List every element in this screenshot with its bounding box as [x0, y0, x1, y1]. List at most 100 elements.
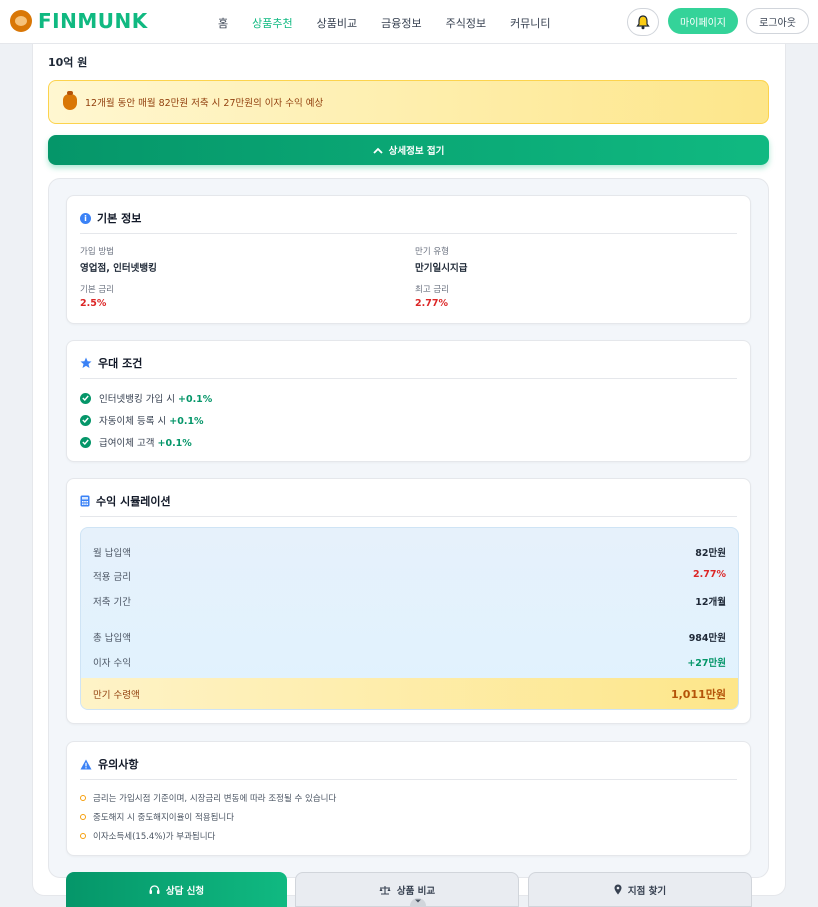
divider: [80, 378, 737, 379]
nav-item-stock-info[interactable]: 주식정보: [446, 15, 486, 31]
notification-bell-button[interactable]: [627, 8, 659, 36]
sim-row-interest: 이자 수익 +27만원: [93, 655, 726, 669]
maturity-type-value: 만기일시지급: [415, 263, 468, 274]
divider: [80, 516, 737, 517]
benefit-text: 급여이체 고객: [99, 438, 155, 449]
check-circle-icon: [80, 414, 91, 426]
basic-info-section: i 기본 정보 가입 방법 영업점, 인터넷뱅킹 만기 유형 만기일시지급 기본…: [66, 195, 751, 324]
sim-value: 2.77%: [693, 569, 726, 580]
calculator-icon: [80, 495, 90, 507]
chevron-up-icon: [372, 147, 383, 154]
caution-item: 중도해지 시 중도해지이율이 적용됩니다: [80, 811, 234, 823]
collapse-details-label: 상세정보 접기: [388, 146, 445, 157]
sim-label: 총 납입액: [93, 633, 131, 644]
benefit-bonus: +0.1%: [178, 394, 213, 405]
compare-button-label: 상품 비교: [396, 885, 436, 897]
basic-info-title: 기본 정보: [97, 212, 142, 225]
nav-item-community[interactable]: 커뮤니티: [510, 15, 550, 31]
benefit-text: 자동이체 등록 시: [99, 416, 167, 427]
star-icon: [80, 357, 92, 368]
benefits-title: 우대 조건: [98, 357, 143, 370]
sim-label: 월 납입액: [93, 548, 131, 559]
caution-text: 중도해지 시 중도해지이율이 적용됩니다: [93, 813, 235, 823]
benefit-item: 인터넷뱅킹 가입 시 +0.1%: [80, 391, 212, 405]
simulation-box: 월 납입액 82만원 적용 금리 2.77% 저축 기간 12개월 총 납입액 …: [80, 527, 739, 710]
max-amount: 10억 원: [48, 56, 88, 69]
cautions-section: 유의사항 금리는 가입시점 기준이며, 시장금리 변동에 따라 조정될 수 있습…: [66, 741, 751, 856]
base-rate-label: 기본 금리: [80, 285, 114, 295]
sim-label: 저축 기간: [93, 597, 131, 608]
find-branch-button-label: 지점 찾기: [627, 885, 667, 897]
cautions-title: 유의사항: [98, 758, 139, 771]
benefit-text: 인터넷뱅킹 가입 시: [99, 394, 175, 405]
map-pin-icon: [614, 884, 622, 895]
join-method-label: 가입 방법: [80, 247, 114, 257]
sim-row-period: 저축 기간 12개월: [93, 594, 726, 608]
sim-value: +27만원: [687, 658, 726, 669]
benefits-header: 우대 조건: [80, 355, 142, 371]
main-nav: 홈 상품추천 상품비교 금융정보 주식정보 커뮤니티: [218, 15, 551, 31]
logout-button[interactable]: 로그아웃: [746, 8, 809, 34]
scale-icon: [379, 885, 391, 895]
scroll-down-button[interactable]: [410, 898, 426, 907]
sim-value: 984만원: [688, 633, 726, 644]
benefit-item: 자동이체 등록 시 +0.1%: [80, 413, 204, 427]
divider: [80, 233, 737, 234]
sim-label: 적용 금리: [93, 572, 131, 583]
warning-triangle-icon: [80, 759, 92, 769]
sim-row-monthly: 월 납입액 82만원: [93, 545, 726, 559]
interest-notice-text: 12개월 동안 매월 82만원 저축 시 27만원의 이자 수익 예상: [85, 98, 324, 109]
benefit-bonus: +0.1%: [157, 438, 192, 449]
nav-item-home[interactable]: 홈: [218, 15, 228, 31]
nav-item-compare[interactable]: 상품비교: [317, 15, 357, 31]
consult-button-label: 상담 신청: [165, 885, 205, 897]
benefit-bonus: +0.1%: [169, 416, 204, 427]
consult-button[interactable]: 상담 신청: [66, 872, 287, 907]
sim-row-rate: 적용 금리 2.77%: [93, 569, 726, 583]
compare-button[interactable]: 상품 비교: [295, 872, 519, 907]
chevron-down-icon: [415, 899, 421, 903]
caution-item: 금리는 가입시점 기준이며, 시장금리 변동에 따라 조정될 수 있습니다: [80, 792, 336, 804]
sim-label: 이자 수익: [93, 658, 131, 669]
nav-item-recommend[interactable]: 상품추천: [252, 15, 292, 31]
cautions-header: 유의사항: [80, 756, 138, 772]
caution-text: 금리는 가입시점 기준이며, 시장금리 변동에 따라 조정될 수 있습니다: [93, 794, 337, 804]
find-branch-button[interactable]: 지점 찾기: [528, 872, 752, 907]
interest-notice: 12개월 동안 매월 82만원 저축 시 27만원의 이자 수익 예상: [48, 80, 769, 124]
basic-info-header: i 기본 정보: [80, 210, 141, 226]
benefits-section: 우대 조건 인터넷뱅킹 가입 시 +0.1% 자동이체 등록 시 +0.1% 급…: [66, 340, 751, 462]
simulation-section: 수익 시뮬레이션 월 납입액 82만원 적용 금리 2.77% 저축 기간 12…: [66, 478, 751, 724]
logo-text: FINMUNK: [38, 9, 148, 33]
bell-icon: [636, 14, 650, 29]
maturity-type-label: 만기 유형: [415, 247, 449, 257]
divider: [80, 779, 737, 780]
bullet-icon: [80, 795, 86, 801]
max-rate-value: 2.77%: [415, 298, 448, 309]
chipmunk-logo-icon: [10, 10, 32, 32]
top-nav-bar: FINMUNK 홈 상품추천 상품비교 금융정보 주식정보 커뮤니티 마이페이지…: [0, 0, 818, 44]
base-rate-value: 2.5%: [80, 298, 107, 309]
caution-item: 이자소득세(15.4%)가 부과됩니다: [80, 830, 215, 842]
mypage-button[interactable]: 마이페이지: [668, 8, 738, 34]
sim-value: 82만원: [695, 548, 726, 559]
headset-icon: [149, 884, 160, 894]
check-circle-icon: [80, 392, 91, 404]
maturity-total-value: 1,011만원: [670, 687, 726, 701]
collapse-details-button[interactable]: 상세정보 접기: [48, 135, 769, 165]
nav-item-finance-info[interactable]: 금융정보: [381, 15, 421, 31]
benefit-item: 급여이체 고객 +0.1%: [80, 435, 192, 449]
info-icon: i: [80, 212, 91, 224]
bullet-icon: [80, 833, 86, 839]
bullet-icon: [80, 814, 86, 820]
sim-row-total-deposit: 총 납입액 984만원: [93, 630, 726, 644]
max-rate-label: 최고 금리: [415, 285, 449, 295]
maturity-total-row: 만기 수령액 1,011만원: [81, 678, 738, 709]
caution-text: 이자소득세(15.4%)가 부과됩니다: [93, 832, 216, 842]
money-bag-icon: [63, 91, 77, 110]
sim-value: 12개월: [695, 597, 726, 608]
simulation-header: 수익 시뮬레이션: [80, 493, 171, 509]
check-circle-icon: [80, 436, 91, 448]
simulation-title: 수익 시뮬레이션: [96, 495, 171, 508]
maturity-total-label: 만기 수령액: [93, 689, 140, 701]
logo[interactable]: FINMUNK: [10, 9, 148, 33]
